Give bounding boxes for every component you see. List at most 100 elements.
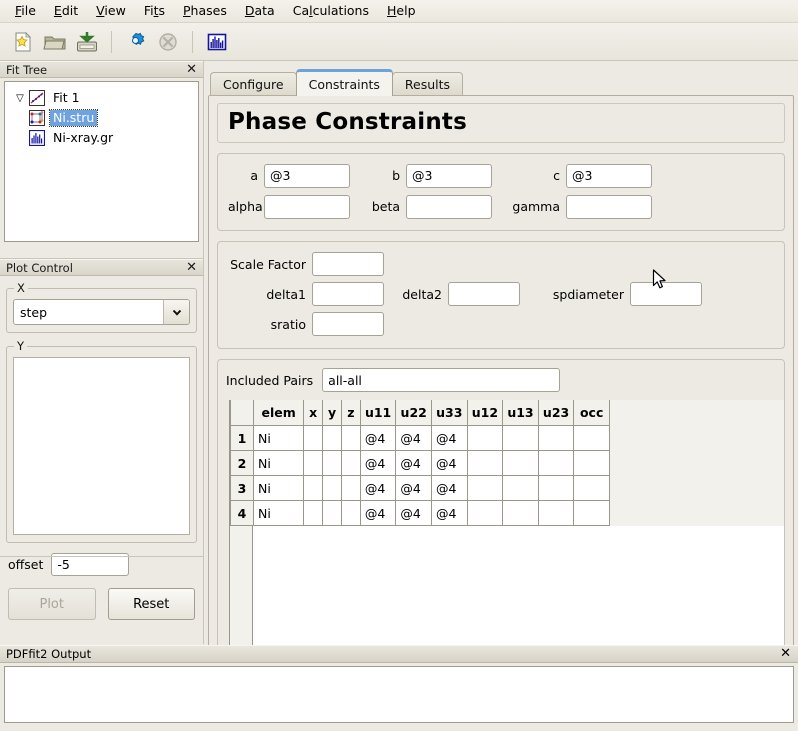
col-header-u12[interactable]: u12 [466, 400, 504, 426]
cell-z[interactable] [340, 450, 361, 476]
cell-z[interactable] [340, 425, 361, 451]
row-header[interactable]: 3 [230, 475, 255, 501]
scale-factor-input[interactable] [312, 252, 384, 276]
cell-z[interactable] [340, 500, 361, 526]
close-icon[interactable]: ✕ [184, 261, 199, 274]
row-header[interactable]: 1 [230, 425, 255, 451]
a-input[interactable]: @3 [264, 163, 350, 188]
cell-u33[interactable]: @4 [431, 450, 468, 476]
cell-u22[interactable]: @4 [395, 425, 432, 451]
expander-icon[interactable]: ▽ [11, 93, 29, 104]
cell-u13[interactable] [502, 425, 539, 451]
open-button[interactable] [40, 27, 70, 57]
col-header-x[interactable]: x [303, 400, 324, 426]
delta2-input[interactable] [448, 282, 520, 306]
plot-button[interactable]: Plot [8, 588, 96, 620]
sratio-input[interactable] [312, 312, 384, 336]
cell-occ[interactable] [573, 450, 610, 476]
spdiameter-input[interactable] [630, 282, 702, 306]
col-header-y[interactable]: y [322, 400, 342, 426]
tree-item-ni-stru[interactable]: Ni.stru [5, 108, 198, 128]
cell-u11[interactable]: @4 [359, 500, 397, 526]
cell-x[interactable] [303, 425, 324, 451]
cell-u12[interactable] [466, 500, 504, 526]
table-row[interactable]: 1 Ni @4 @4 @4 [230, 425, 610, 451]
delta1-input[interactable] [312, 282, 384, 306]
constraints-grid-wrapper[interactable]: elem x y z u11 u22 u33 u12 u13 u23 occ 1… [229, 400, 784, 658]
cell-u33[interactable]: @4 [431, 425, 468, 451]
tab-configure[interactable]: Configure [210, 72, 297, 96]
col-header-u22[interactable]: u22 [395, 400, 432, 426]
cell-u22[interactable]: @4 [395, 450, 432, 476]
menu-help[interactable]: Help [378, 1, 425, 21]
cell-elem[interactable]: Ni [253, 450, 305, 476]
b-input[interactable]: @3 [406, 163, 492, 188]
table-row[interactable]: 4 Ni @4 @4 @4 [230, 500, 610, 526]
row-header[interactable]: 2 [230, 450, 255, 476]
cell-u12[interactable] [466, 425, 504, 451]
alpha-input[interactable] [264, 194, 350, 219]
cell-y[interactable] [322, 500, 342, 526]
close-icon[interactable]: ✕ [778, 647, 793, 660]
cell-u22[interactable]: @4 [395, 475, 432, 501]
included-pairs-input[interactable]: all-all [322, 368, 561, 392]
plot-button-toolbar[interactable] [202, 27, 232, 57]
cell-u13[interactable] [502, 450, 539, 476]
cell-x[interactable] [303, 500, 324, 526]
cell-u13[interactable] [502, 475, 539, 501]
cell-u33[interactable]: @4 [431, 500, 468, 526]
table-row[interactable]: 2 Ni @4 @4 @4 [230, 450, 610, 476]
col-header-u13[interactable]: u13 [502, 400, 539, 426]
cell-u11[interactable]: @4 [359, 425, 397, 451]
menu-calculations[interactable]: Calculations [284, 1, 378, 21]
cell-elem[interactable]: Ni [253, 475, 305, 501]
cell-u11[interactable]: @4 [359, 475, 397, 501]
cell-u22[interactable]: @4 [395, 500, 432, 526]
run-button[interactable] [121, 27, 151, 57]
c-input[interactable]: @3 [566, 163, 652, 188]
menu-file[interactable]: File [6, 1, 45, 21]
col-header-z[interactable]: z [340, 400, 361, 426]
cell-occ[interactable] [573, 425, 610, 451]
col-header-u11[interactable]: u11 [359, 400, 397, 426]
stop-button[interactable] [153, 27, 183, 57]
reset-button[interactable]: Reset [107, 588, 195, 620]
corner-header[interactable] [230, 400, 255, 426]
cell-elem[interactable]: Ni [253, 500, 305, 526]
tree-item-fit1[interactable]: ▽ Fit 1 [5, 88, 198, 108]
chevron-down-icon[interactable] [163, 300, 189, 324]
table-row[interactable]: 3 Ni @4 @4 @4 [230, 475, 610, 501]
cell-occ[interactable] [573, 500, 610, 526]
tab-results[interactable]: Results [391, 72, 464, 96]
cell-occ[interactable] [573, 475, 610, 501]
cell-u23[interactable] [537, 425, 575, 451]
cell-x[interactable] [303, 475, 324, 501]
cell-u23[interactable] [537, 450, 575, 476]
cell-u12[interactable] [466, 475, 504, 501]
menu-data[interactable]: Data [236, 1, 284, 21]
menu-edit[interactable]: Edit [45, 1, 87, 21]
menu-phases[interactable]: Phases [174, 1, 236, 21]
cell-u13[interactable] [502, 500, 539, 526]
menu-view[interactable]: View [87, 1, 135, 21]
cell-u23[interactable] [537, 475, 575, 501]
col-header-occ[interactable]: occ [573, 400, 610, 426]
cell-u11[interactable]: @4 [359, 450, 397, 476]
cell-elem[interactable]: Ni [253, 425, 305, 451]
cell-u12[interactable] [466, 450, 504, 476]
row-header[interactable]: 4 [230, 500, 255, 526]
col-header-u23[interactable]: u23 [537, 400, 575, 426]
output-text-area[interactable] [4, 666, 794, 723]
cell-y[interactable] [322, 450, 342, 476]
y-axis-list[interactable] [13, 357, 190, 535]
tree-item-ni-xray-gr[interactable]: Ni-xray.gr [5, 128, 198, 148]
constraints-table[interactable]: elem x y z u11 u22 u33 u12 u13 u23 occ 1… [230, 400, 610, 526]
gamma-input[interactable] [566, 194, 652, 219]
col-header-u33[interactable]: u33 [431, 400, 468, 426]
cell-u23[interactable] [537, 500, 575, 526]
cell-u33[interactable]: @4 [431, 475, 468, 501]
x-axis-select[interactable]: step [13, 299, 190, 325]
cell-y[interactable] [322, 425, 342, 451]
cell-y[interactable] [322, 475, 342, 501]
table-empty-area[interactable] [252, 526, 784, 657]
